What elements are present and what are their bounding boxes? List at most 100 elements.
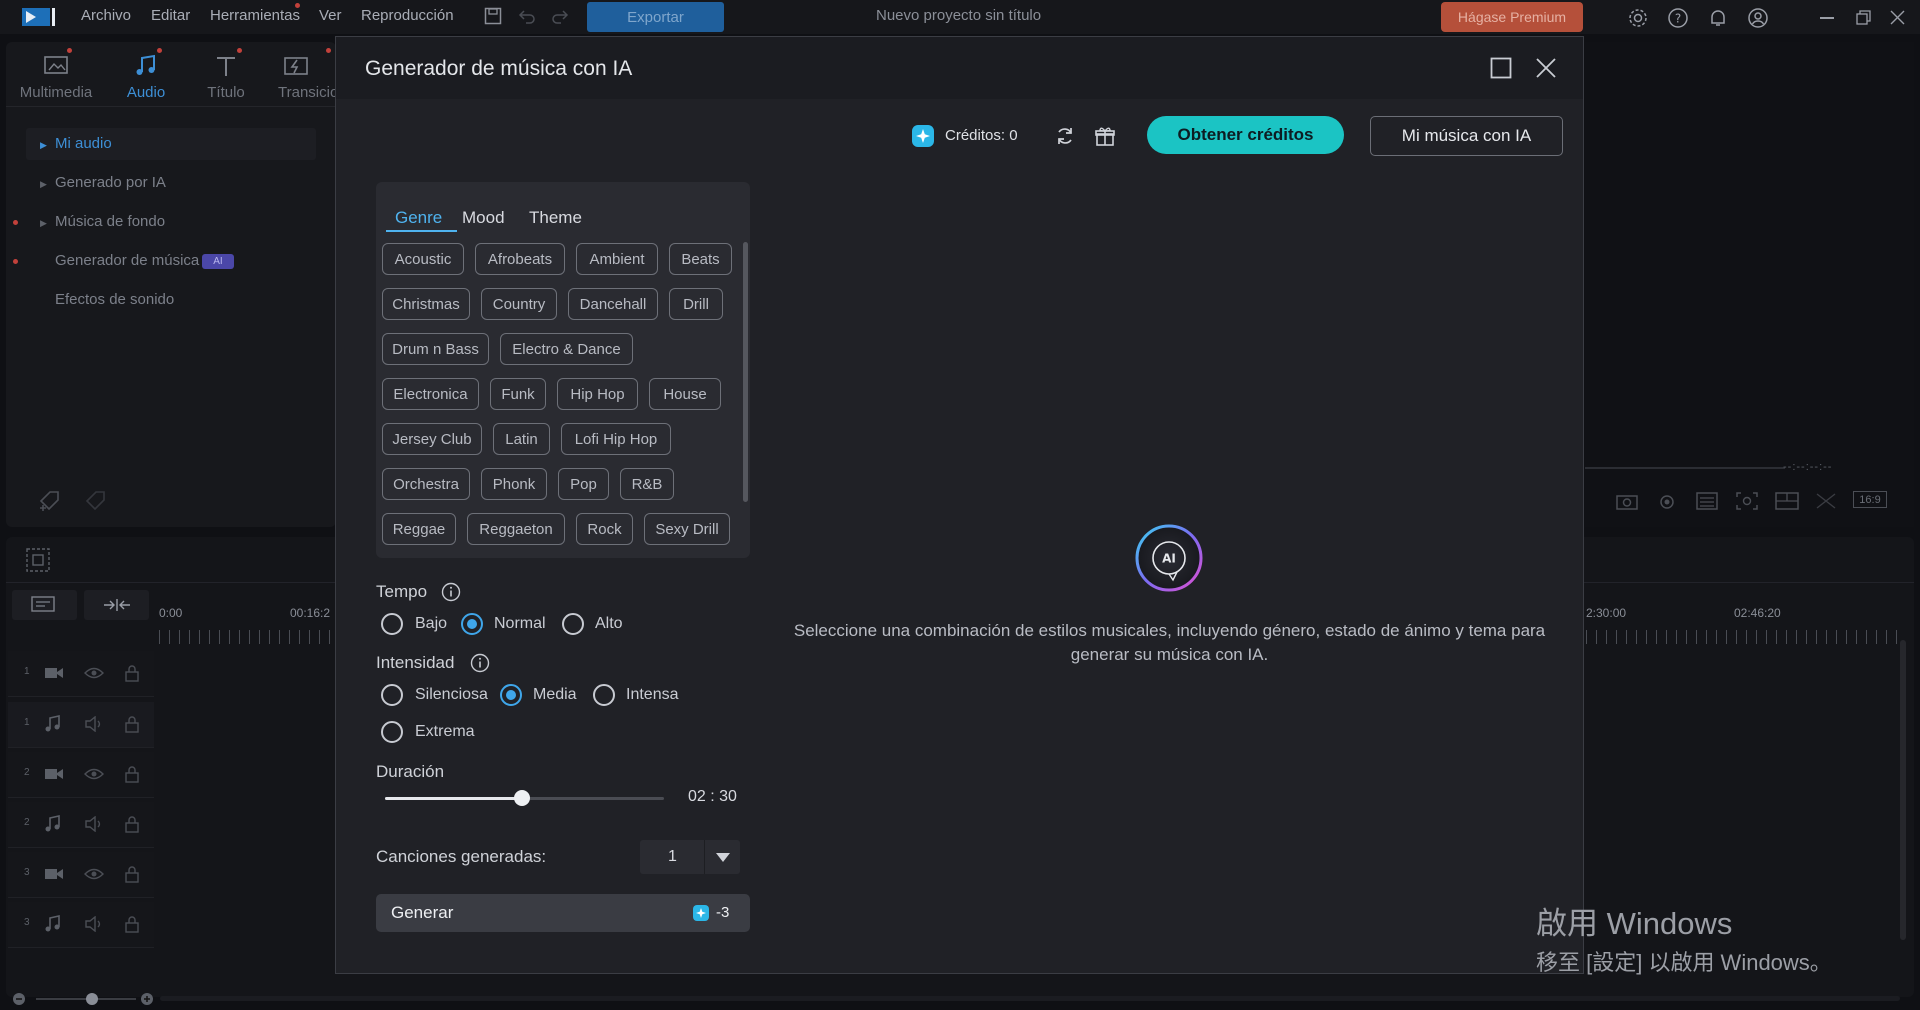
refresh-icon[interactable] [1054,125,1076,147]
help-icon[interactable]: ? [1667,7,1689,29]
genre-chip-drum-n-bass[interactable]: Drum n Bass [382,333,489,365]
genre-chip-pop[interactable]: Pop [558,468,609,500]
genre-chip-acoustic[interactable]: Acoustic [382,243,464,275]
timeline-scrollbar[interactable] [1900,640,1906,940]
library-item-efectos-sonido[interactable]: Efectos de sonido [55,291,174,308]
library-item-mi-audio[interactable]: Mi audio [55,135,112,152]
genre-chip-ambient[interactable]: Ambient [576,243,658,275]
tab-mood[interactable]: Mood [462,208,505,228]
list-icon[interactable] [1696,492,1718,510]
lock-icon[interactable] [124,715,140,733]
timeline-ruler[interactable] [1586,630,1904,644]
tempo-radio-alto[interactable] [562,613,584,635]
genre-chip-latin[interactable]: Latin [493,423,550,455]
tab-audio[interactable]: Audio [106,50,186,101]
track-header-audio-2[interactable]: 2 [8,802,154,848]
genre-chip-phonk[interactable]: Phonk [481,468,547,500]
track-header-audio-3[interactable]: 3 [8,902,154,948]
lock-icon[interactable] [124,815,140,833]
genre-chip-funk[interactable]: Funk [490,378,546,410]
genre-chip-lofi-hip-hop[interactable]: Lofi Hip Hop [561,423,671,455]
eye-icon[interactable] [84,867,104,881]
genre-chip-beats[interactable]: Beats [669,243,732,275]
notification-bell-icon[interactable] [1707,7,1729,29]
get-credits-button[interactable]: Obtener créditos [1147,116,1344,154]
maximize-icon[interactable] [1490,57,1512,79]
eye-icon[interactable] [84,767,104,781]
intensity-radio-intensa[interactable] [593,684,615,706]
lock-icon[interactable] [124,664,140,682]
genre-chip-orchestra[interactable]: Orchestra [382,468,470,500]
tab-multimedia[interactable]: Multimedia [16,50,96,101]
library-item-musica-fondo[interactable]: Música de fondo [55,213,165,230]
add-track-button[interactable] [12,590,77,620]
intensity-radio-media[interactable] [500,684,522,706]
genre-chip-jersey-club[interactable]: Jersey Club [382,423,482,455]
track-header-video-2[interactable]: 2 [8,752,154,798]
genre-chip-electro-dance[interactable]: Electro & Dance [500,333,633,365]
songs-count-select[interactable]: 1 [640,840,740,874]
genre-chip-hip-hop[interactable]: Hip Hop [557,378,638,410]
aspect-ratio-button[interactable]: 16:9 [1853,491,1887,508]
layout-icon[interactable] [1775,492,1799,510]
menu-ver[interactable]: Ver [319,7,342,24]
tab-titulo[interactable]: Título [186,50,266,101]
speaker-icon[interactable] [84,916,104,932]
genre-chip-rnb[interactable]: R&B [620,468,674,500]
lock-icon[interactable] [124,765,140,783]
timeline-ruler[interactable] [159,630,335,644]
snapshot-camera-icon[interactable] [1616,492,1638,510]
tempo-radio-normal[interactable] [461,613,483,635]
zoom-in-icon[interactable] [140,992,154,1006]
speaker-icon[interactable] [84,716,104,732]
info-icon[interactable] [441,582,461,602]
record-icon[interactable] [1658,492,1680,510]
save-icon[interactable] [484,7,502,25]
tab-transiciones[interactable]: Transicio [266,50,336,101]
zoom-slider-thumb[interactable] [86,993,98,1005]
lock-icon[interactable] [124,915,140,933]
genre-chip-reggaeton[interactable]: Reggaeton [467,513,565,545]
zoom-fit-icon[interactable] [1736,492,1758,510]
timeline-horizontal-scrollbar[interactable] [160,996,1900,1001]
tempo-radio-bajo[interactable] [381,613,403,635]
library-item-generador-musica[interactable]: Generador de música [55,252,199,269]
genre-chip-drill[interactable]: Drill [669,288,723,320]
genre-chip-afrobeats[interactable]: Afrobeats [475,243,565,275]
track-header-audio-1[interactable]: 1 [8,702,154,748]
intensity-radio-extrema[interactable] [381,721,403,743]
lock-icon[interactable] [124,865,140,883]
menu-archivo[interactable]: Archivo [81,7,131,24]
speaker-icon[interactable] [84,816,104,832]
track-header-video-1[interactable]: 1 [8,651,154,697]
genre-chip-sexy-drill[interactable]: Sexy Drill [644,513,730,545]
chevron-down-icon[interactable] [704,840,740,874]
genre-chip-reggae[interactable]: Reggae [382,513,456,545]
genre-chip-christmas[interactable]: Christmas [382,288,470,320]
close-app-icon[interactable] [1890,10,1905,25]
fit-timeline-button[interactable] [84,590,149,620]
redo-icon[interactable] [551,8,569,24]
fullscreen-icon[interactable] [1815,492,1837,510]
add-tag-icon[interactable] [38,489,64,513]
generate-button[interactable]: Generar -3 [376,894,750,932]
zoom-out-icon[interactable] [12,992,26,1006]
account-icon[interactable] [1747,7,1769,29]
genre-chip-dancehall[interactable]: Dancehall [568,288,658,320]
gift-icon[interactable] [1094,125,1116,147]
export-button[interactable]: Exportar [587,2,724,32]
premium-button[interactable]: Hágase Premium [1441,2,1583,32]
track-header-video-3[interactable]: 3 [8,852,154,898]
tab-theme[interactable]: Theme [529,208,582,228]
menu-editar[interactable]: Editar [151,7,190,24]
preview-progress[interactable] [1585,467,1785,469]
library-item-generado-ia[interactable]: Generado por IA [55,174,166,191]
intensity-radio-silenciosa[interactable] [381,684,403,706]
timeline-select-icon[interactable] [26,548,50,572]
genre-chip-country[interactable]: Country [481,288,557,320]
tag-icon[interactable] [84,489,108,513]
my-ai-music-button[interactable]: Mi música con IA [1370,116,1563,156]
tab-genre[interactable]: Genre [395,208,442,228]
menu-reproduccion[interactable]: Reproducción [361,7,454,24]
menu-herramientas[interactable]: Herramientas [210,7,300,24]
